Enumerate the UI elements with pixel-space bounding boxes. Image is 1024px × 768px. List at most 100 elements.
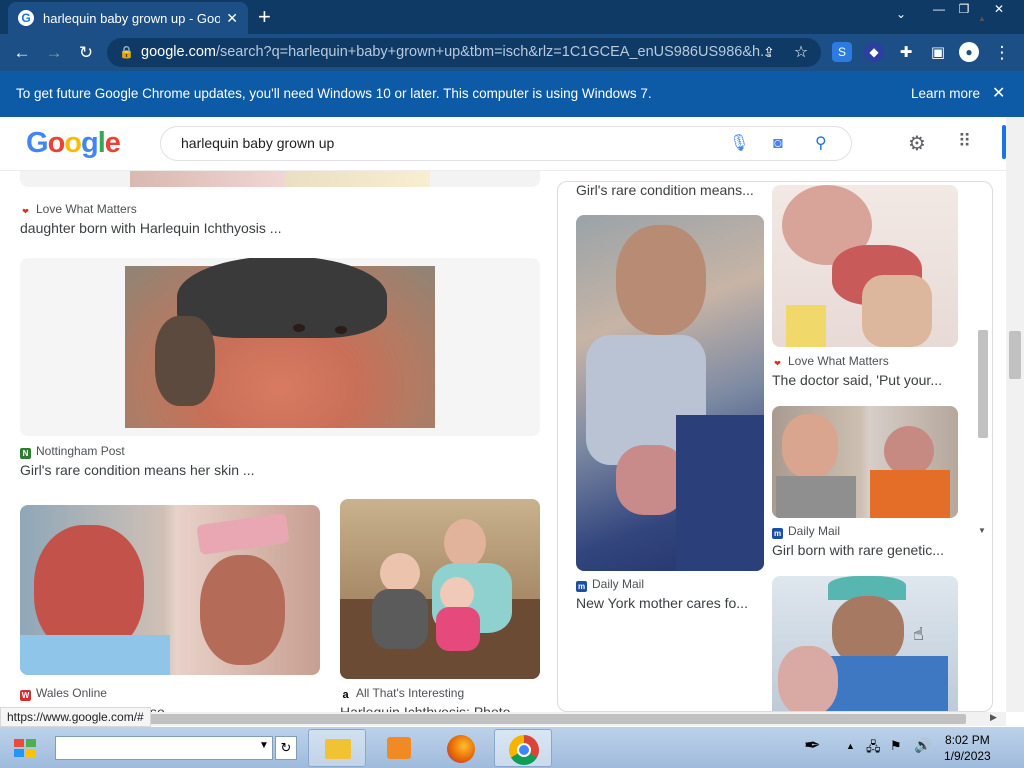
google-logo-letter: e — [104, 127, 121, 159]
extension-shield-icon[interactable]: ◆ — [864, 42, 884, 62]
panel-image-2[interactable] — [772, 185, 958, 347]
result-source[interactable]: ❤ Love What Matters — [20, 202, 137, 217]
n-favicon-icon: N — [20, 448, 31, 459]
result-source[interactable]: W Wales Online — [20, 686, 107, 701]
pen-tablet-icon[interactable]: ✒ — [804, 733, 834, 761]
taskbar-address-input[interactable]: ▼ — [55, 736, 273, 760]
panel-scrollbar[interactable]: ▲ ▼ — [976, 14, 990, 541]
taskbar-media-player[interactable] — [370, 729, 428, 767]
panel-caption[interactable]: Girl born with rare genetic... — [772, 542, 944, 558]
forward-icon[interactable]: → — [42, 34, 66, 71]
taskbar-chrome[interactable] — [494, 729, 552, 767]
result-image-2[interactable] — [20, 505, 320, 675]
extensions-puzzle-icon[interactable]: ✚ — [894, 34, 918, 71]
panel-caption[interactable]: The doctor said, 'Put your... — [772, 372, 942, 388]
voice-search-mic-icon[interactable]: 🎙 — [729, 127, 749, 160]
panel-scroll-thumb[interactable] — [978, 330, 988, 438]
panel-caption-top[interactable]: Girl's rare condition means... — [576, 182, 754, 198]
google-logo-letter: g — [81, 127, 99, 159]
menu-kebab-icon[interactable]: ⋮ — [990, 34, 1014, 71]
panel-image-1[interactable] — [576, 215, 764, 571]
browser-tab-active[interactable]: G harlequin baby grown up - Goog ✕ — [8, 2, 248, 34]
panel-caption[interactable]: New York mother cares fo... — [576, 595, 748, 611]
address-dropdown-icon[interactable]: ▼ — [259, 740, 269, 751]
source-label: All That's Interesting — [356, 686, 465, 700]
side-panel-icon[interactable]: ▣ — [926, 34, 950, 71]
clock-time: 8:02 PM — [945, 733, 990, 747]
page-vertical-scrollbar[interactable] — [1006, 117, 1024, 712]
source-label: Daily Mail — [788, 524, 841, 538]
source-label: Love What Matters — [788, 354, 889, 368]
panel-scroll-down-icon[interactable]: ▼ — [978, 526, 986, 535]
panel-source[interactable]: m Daily Mail — [772, 524, 840, 539]
taskbar-go-refresh-icon[interactable]: ↻ — [275, 736, 297, 760]
panel-image-3[interactable] — [772, 406, 958, 518]
start-button[interactable] — [0, 727, 50, 768]
restore-button[interactable]: ❐ — [953, 0, 975, 18]
browser-titlebar: G harlequin baby grown up - Goog ✕ + ⌄ —… — [0, 0, 1024, 34]
folder-icon — [325, 739, 351, 759]
panel-source[interactable]: m Daily Mail — [576, 577, 644, 592]
horizontal-scroll-thumb[interactable] — [16, 714, 966, 724]
google-logo-letters: Google — [26, 127, 121, 159]
tab-title: harlequin baby grown up - Goog — [43, 10, 221, 26]
settings-gear-icon[interactable]: ⚙ — [908, 131, 926, 156]
bookmark-star-icon[interactable]: ☆ — [790, 34, 812, 71]
result-caption[interactable]: Girl's rare condition means her skin ... — [20, 462, 255, 478]
daily-mail-favicon-icon: m — [576, 581, 587, 592]
search-box[interactable]: harlequin baby grown up 🎙 ◙ ⚲ — [160, 126, 852, 161]
url-host: google.com — [141, 44, 216, 60]
result-image-1[interactable] — [20, 258, 540, 436]
windows-logo-icon — [14, 739, 36, 757]
back-icon[interactable]: ← — [10, 34, 34, 71]
infobar-close-icon[interactable]: ✕ — [992, 71, 1005, 117]
google-logo-letter: o — [64, 127, 82, 159]
result-caption[interactable]: Harlequin Ichthyosis: Photo ... — [340, 704, 526, 712]
lock-icon: 🔒 — [119, 45, 134, 59]
result-image-0[interactable] — [20, 171, 540, 187]
page-scroll-thumb[interactable] — [1009, 331, 1021, 379]
w-favicon-icon: W — [20, 690, 31, 701]
learn-more-link[interactable]: Learn more — [911, 71, 980, 117]
new-tab-button[interactable]: + — [258, 4, 271, 30]
search-query[interactable]: harlequin baby grown up — [181, 135, 334, 151]
action-center-flag-icon[interactable]: ⚑ — [890, 738, 902, 754]
tab-search-chevron-icon[interactable]: ⌄ — [896, 7, 906, 21]
heart-favicon-icon: ❤ — [22, 207, 29, 216]
result-source[interactable]: a All That's Interesting — [340, 686, 464, 701]
heart-favicon-icon: ❤ — [774, 359, 781, 368]
result-source[interactable]: N Nottingham Post — [20, 444, 125, 459]
source-label: Nottingham Post — [36, 444, 125, 458]
taskbar-firefox[interactable] — [432, 729, 490, 767]
volume-icon[interactable]: 🔊 — [914, 737, 931, 754]
taskbar-file-explorer[interactable] — [308, 729, 366, 767]
google-apps-grid-icon[interactable]: ⠿ — [958, 131, 971, 152]
source-label: Love What Matters — [36, 202, 137, 216]
page-horizontal-scrollbar[interactable]: ▶ — [0, 712, 1006, 726]
minimize-button[interactable]: — — [928, 0, 950, 18]
result-caption[interactable]: daughter born with Harlequin Ichthyosis … — [20, 220, 281, 236]
update-infobar: To get future Google Chrome updates, you… — [0, 71, 1024, 117]
tray-expand-icon[interactable]: ▲ — [846, 741, 855, 751]
network-icon[interactable]: 🖧 — [866, 738, 881, 760]
share-icon[interactable]: ⇪ — [758, 34, 780, 71]
system-clock[interactable]: 8:02 PM 1/9/2023 — [944, 732, 991, 764]
chrome-icon — [509, 735, 539, 765]
extension-s-icon[interactable]: S — [832, 42, 852, 62]
tab-close-icon[interactable]: ✕ — [226, 10, 238, 27]
google-logo[interactable]: Google — [26, 127, 121, 160]
search-magnifier-icon[interactable]: ⚲ — [815, 127, 827, 160]
result-image-3[interactable] — [340, 499, 540, 679]
clock-date: 1/9/2023 — [944, 749, 991, 763]
reload-icon[interactable]: ↻ — [74, 34, 98, 71]
google-header: Google harlequin baby grown up 🎙 ◙ ⚲ ⚙ ⠿ — [0, 117, 1024, 171]
panel-scroll-up-icon[interactable]: ▲ — [978, 14, 986, 23]
scroll-right-icon[interactable]: ▶ — [990, 712, 997, 723]
url-path: /search?q=harlequin+baby+grown+up&tbm=is… — [215, 44, 773, 60]
address-bar[interactable]: 🔒 google.com/search?q=harlequin+baby+gro… — [107, 38, 821, 67]
panel-image-4[interactable] — [772, 576, 958, 711]
hand-cursor-icon: ☝ — [913, 624, 924, 644]
infobar-message: To get future Google Chrome updates, you… — [16, 86, 652, 101]
search-by-image-camera-icon[interactable]: ◙ — [773, 127, 783, 160]
panel-source[interactable]: ❤ Love What Matters — [772, 354, 889, 369]
